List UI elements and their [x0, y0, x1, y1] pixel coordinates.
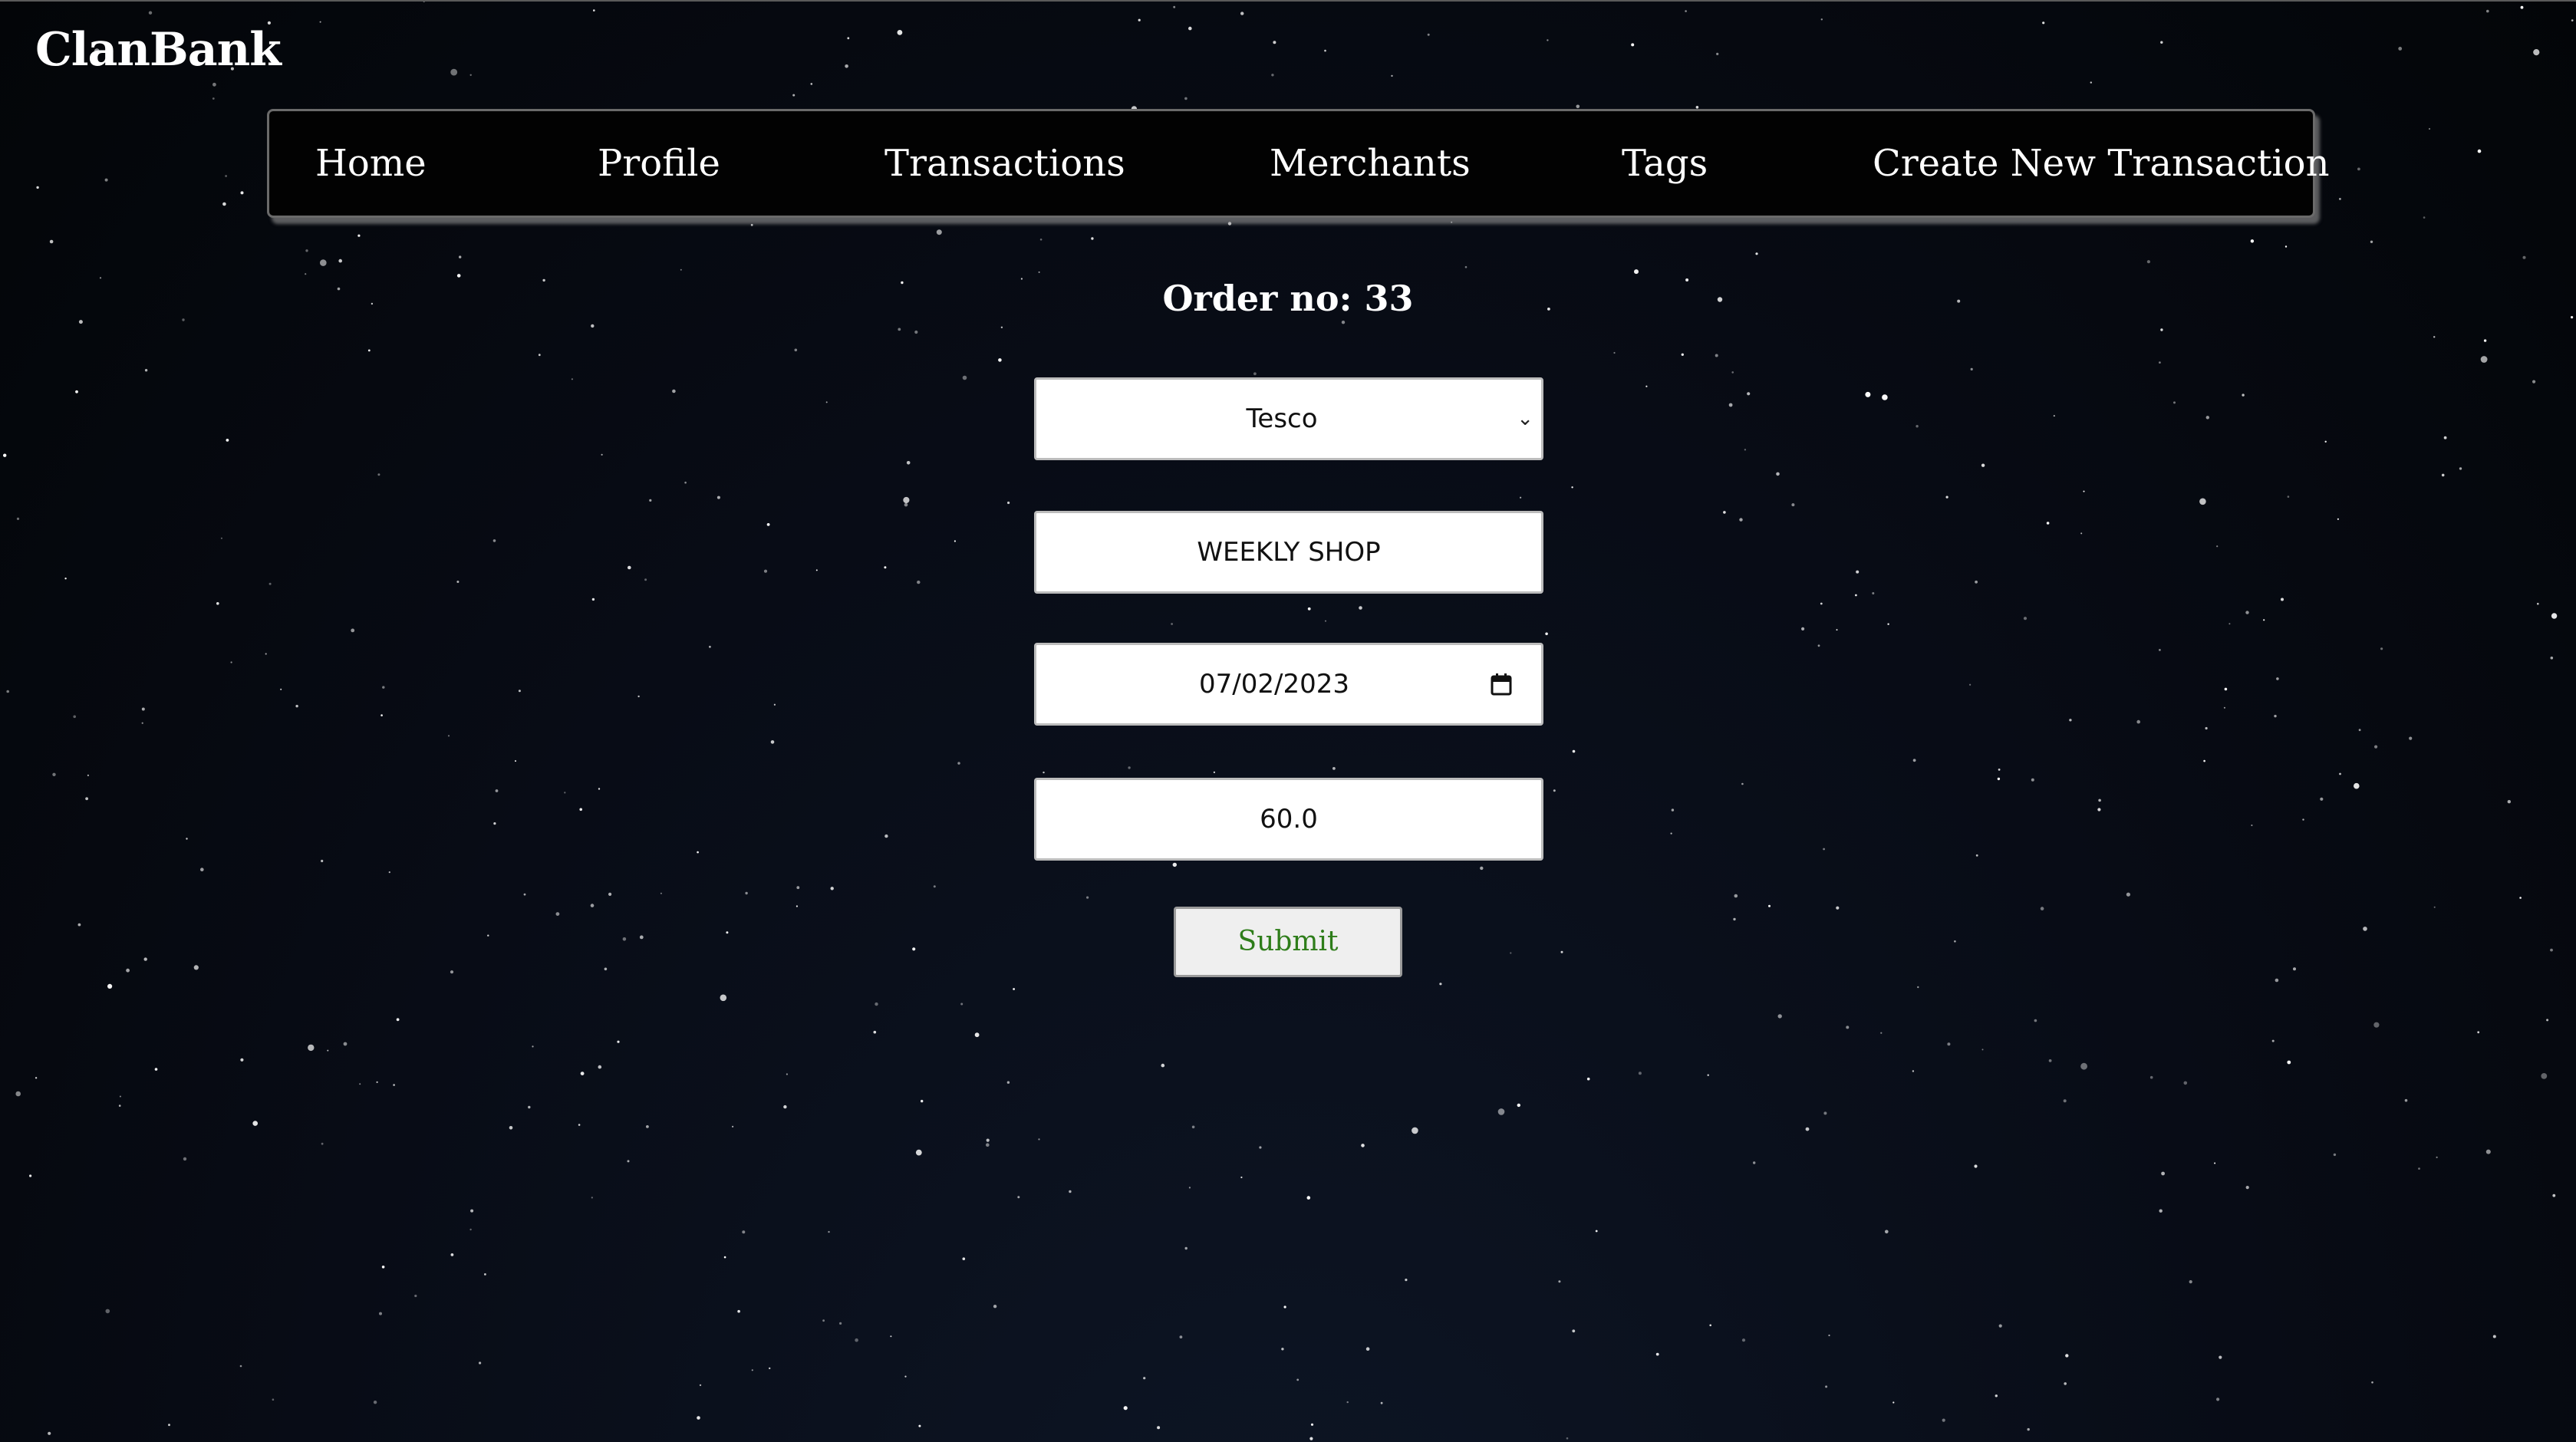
order-number-heading: Order no: 33 — [1162, 278, 1414, 319]
merchant-select-value: Tesco — [1246, 403, 1318, 434]
merchant-select[interactable]: Tesco ⌄ — [1034, 377, 1543, 460]
amount-input-value: 60.0 — [1260, 804, 1318, 835]
chevron-down-icon[interactable]: ⌄ — [1517, 380, 1533, 458]
nav-tags[interactable]: Tags — [1622, 111, 1708, 216]
nav-profile[interactable]: Profile — [598, 111, 720, 216]
description-input[interactable]: WEEKLY SHOP — [1034, 511, 1543, 594]
submit-button[interactable]: Submit — [1174, 907, 1402, 977]
date-input[interactable]: 07/02/2023 — [1034, 643, 1543, 726]
calendar-icon[interactable] — [1491, 673, 1512, 696]
description-input-value: WEEKLY SHOP — [1197, 537, 1381, 568]
nav-create-new-transaction[interactable]: Create New Transaction — [1873, 111, 2329, 216]
nav-transactions[interactable]: Transactions — [884, 111, 1125, 216]
app-logo: ClanBank — [35, 23, 282, 77]
nav-merchants[interactable]: Merchants — [1270, 111, 1471, 216]
nav-home[interactable]: Home — [315, 111, 427, 216]
window-top-border — [0, 0, 2576, 2]
amount-input[interactable]: 60.0 — [1034, 778, 1543, 861]
date-input-value: 07/02/2023 — [1199, 669, 1349, 700]
main-navbar: Home Profile Transactions Merchants Tags… — [267, 109, 2329, 218]
